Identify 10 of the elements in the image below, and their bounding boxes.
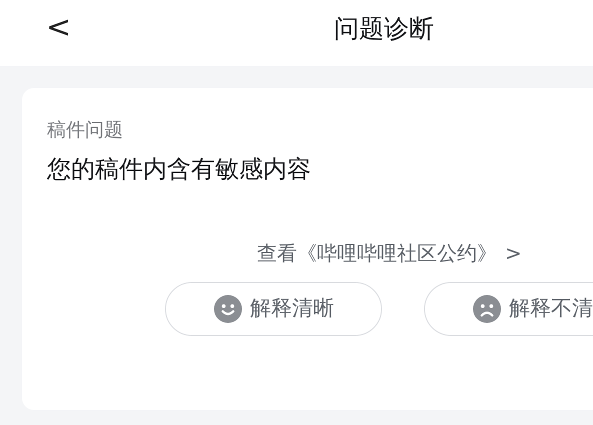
chevron-text[interactable]: > <box>505 238 522 268</box>
smiley-face-icon <box>214 295 242 323</box>
feedback-button[interactable]: 解释不清 <box>424 282 593 336</box>
issue-message: 您的稿件内含有敏感内容 <box>47 154 311 185</box>
section-label: 稿件问题 <box>47 118 123 143</box>
sad-face-icon <box>473 295 501 323</box>
feedback-button[interactable]: 解释清晰 <box>165 282 382 336</box>
page-title: 问题诊断 <box>334 13 434 45</box>
back-button[interactable]: < <box>40 8 78 48</box>
guidelines-link[interactable]: 查看《哔哩哔哩社区公约》 <box>257 238 497 268</box>
